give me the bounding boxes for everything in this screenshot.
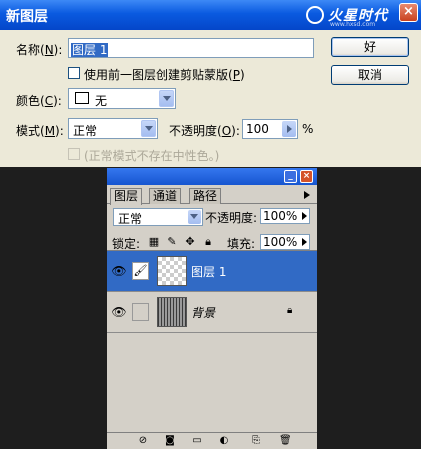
layer-name-input[interactable]: 图层 1 (68, 38, 314, 58)
layer-blend-mode-value: 正常 (118, 212, 143, 226)
tab-paths[interactable]: 路径 (189, 188, 222, 204)
layer-opacity-label: 不透明度: (205, 211, 258, 225)
dialog-close-button[interactable]: × (399, 3, 418, 22)
tab-channels[interactable]: 通道 (149, 188, 182, 204)
name-label-text: 名称( (16, 43, 45, 57)
clipping-mask-checkbox[interactable] (68, 67, 80, 79)
opacity-label-text: 不透明度( (169, 124, 222, 138)
mode-label-text: 模式( (16, 124, 45, 138)
name-label-key: N (44, 43, 54, 57)
brush-icon[interactable]: 🖌︎ (132, 262, 149, 280)
color-label-suffix: ): (53, 94, 62, 108)
opacity-value: 100 (246, 122, 269, 136)
mode-label: 模式(M): (16, 122, 64, 139)
watermark-logo: 火星时代 www.hxsd.com (306, 3, 398, 28)
layer-opacity-value: 100% (263, 209, 298, 223)
tab-layers[interactable]: 图层 (110, 188, 143, 205)
name-label: 名称(N): (16, 41, 62, 58)
lock-all-icon[interactable]: 🔒︎ (202, 236, 214, 248)
neutral-color-checkbox[interactable] (68, 148, 80, 160)
clipping-mask-label-suffix: ) (239, 68, 245, 82)
chevron-down-icon[interactable] (188, 210, 201, 224)
opacity-label: 不透明度(O): (169, 122, 240, 139)
layer-blend-mode-select[interactable]: 正常 (113, 208, 203, 226)
dialog-title-bar[interactable]: 新图层 火星时代 www.hxsd.com × (0, 0, 421, 30)
blend-mode-select[interactable]: 正常 (68, 118, 158, 139)
layer-opacity-input[interactable]: 100% (260, 208, 310, 224)
layers-list-empty-area[interactable] (107, 333, 317, 432)
opacity-label-suffix: ): (231, 124, 240, 138)
layer-row-background[interactable]: 👁︎ 背景 🔒︎ (107, 292, 317, 333)
cancel-button[interactable]: 取消 (331, 65, 409, 85)
name-label-suffix: ): (53, 43, 63, 57)
color-swatch (75, 92, 89, 104)
chevron-down-icon[interactable] (141, 120, 156, 137)
dialog-title: 新图层 (6, 9, 48, 25)
new-layer-dialog: 新图层 火星时代 www.hxsd.com × 名称(N): 图层 1 使用前一… (0, 0, 421, 167)
slider-popup-arrow-icon[interactable] (282, 121, 296, 137)
chevron-down-icon[interactable] (159, 90, 174, 107)
color-label-key: C (44, 94, 54, 108)
blend-mode-value: 正常 (73, 124, 98, 138)
link-layers-icon[interactable]: ⊘ (137, 435, 149, 447)
panel-menu-arrow-icon[interactable] (302, 189, 313, 200)
eye-icon[interactable]: 👁︎ (110, 303, 128, 321)
layer-mask-icon[interactable]: ◙ (164, 435, 176, 447)
fill-value: 100% (263, 235, 298, 249)
panel-close-button[interactable]: × (300, 170, 313, 183)
trash-icon[interactable]: 🗑︎ (279, 435, 292, 447)
slider-popup-arrow-icon[interactable] (300, 236, 308, 248)
mode-label-suffix: ): (55, 124, 64, 138)
color-label-text: 颜色( (16, 94, 45, 108)
panel-title-bar[interactable]: _ × (107, 168, 317, 185)
panel-tabs: 图层 通道 路径 (107, 185, 317, 205)
mode-label-key: M (44, 124, 56, 138)
link-cell[interactable] (132, 303, 149, 321)
ok-button[interactable]: 好 (331, 37, 409, 57)
adjustment-layer-icon[interactable]: ◐ (218, 435, 230, 447)
eye-icon[interactable]: 👁︎ (110, 262, 128, 280)
watermark-logo-icon (306, 6, 324, 24)
panel-bottom-toolbar: ⊘ ◙ ▭ ◐ ⎘ 🗑︎ (107, 432, 317, 449)
layer-name: 背景 (191, 306, 216, 320)
layer-row-layer-1[interactable]: 👁︎ 🖌︎ 图层 1 (107, 251, 317, 292)
slider-popup-arrow-icon[interactable] (300, 210, 308, 222)
layer-thumbnail (157, 297, 187, 327)
color-value: 无 (95, 94, 108, 108)
lock-icon: 🔒︎ (287, 305, 293, 316)
layer-thumbnail (157, 256, 187, 286)
neutral-color-label: (正常模式不存在中性色。) (84, 149, 220, 163)
lock-transparency-icon[interactable]: ▦ (148, 236, 160, 248)
color-select[interactable]: 无 (68, 88, 176, 109)
new-group-icon[interactable]: ▭ (191, 435, 203, 447)
layer-name: 图层 1 (191, 265, 227, 279)
clipping-mask-label-text: 使用前一图层创建剪贴蒙版( (84, 68, 233, 82)
opacity-input[interactable]: 100 (242, 119, 298, 139)
fill-input[interactable]: 100% (260, 234, 310, 250)
color-label: 颜色(C): (16, 92, 62, 109)
opacity-label-key: O (221, 124, 232, 138)
clipping-mask-label-key: P (232, 68, 240, 82)
lock-move-icon[interactable]: ✥ (184, 236, 196, 248)
opacity-unit: % (302, 122, 314, 136)
clipping-mask-label: 使用前一图层创建剪贴蒙版(P) (84, 66, 245, 83)
new-layer-icon[interactable]: ⎘ (250, 435, 262, 447)
layer-name-value: 图层 1 (71, 43, 109, 57)
layers-panel: _ × 图层 通道 路径 正常 不透明度: 100% 锁定: ▦ ✎ ✥ 🔒︎ … (107, 168, 317, 449)
minimize-button[interactable]: _ (284, 170, 297, 183)
watermark-subtext: www.hxsd.com (330, 21, 376, 28)
lock-brush-icon[interactable]: ✎ (166, 236, 178, 248)
